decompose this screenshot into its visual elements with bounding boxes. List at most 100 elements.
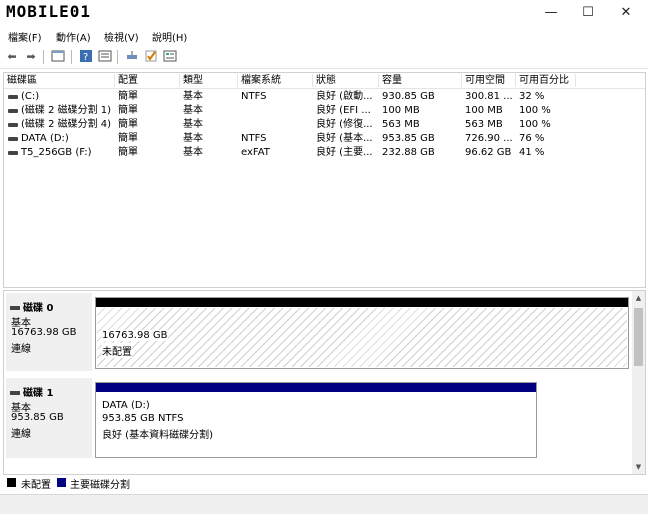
volume-filesystem: NTFS <box>241 133 267 144</box>
volume-free-space: 96.62 GB <box>465 147 512 158</box>
volume-percent-free: 100 % <box>519 119 551 130</box>
table-row[interactable]: (磁碟 2 磁碟分割 1) 簡單 基本 良好 (EFI ... 100 MB 1… <box>4 104 645 118</box>
list-view-icon[interactable] <box>97 49 113 65</box>
volume-filesystem: exFAT <box>241 147 270 158</box>
volume-capacity: 953.85 GB <box>382 133 435 144</box>
status-bar <box>0 494 648 514</box>
scroll-up-icon[interactable]: ▲ <box>632 291 645 305</box>
column-header-type[interactable]: 類型 <box>180 74 238 87</box>
disk-view: 磁碟 0 基本 16763.98 GB 連線 16763.98 GB 未配置 磁… <box>3 290 646 475</box>
table-row[interactable]: (C:) 簡單 基本 NTFS 良好 (啟動... 930.85 GB 300.… <box>4 90 645 104</box>
volume-capacity: 563 MB <box>382 119 420 130</box>
volume-name: (磁碟 2 磁碟分割 4) <box>21 119 112 130</box>
toolbar-separator <box>117 50 118 64</box>
properties-view-icon[interactable] <box>50 49 66 65</box>
legend-primary: 主要磁碟分割 <box>70 480 130 491</box>
volume-free-space: 300.81 ... <box>465 91 513 102</box>
volume-name: (磁碟 2 磁碟分割 1) <box>21 105 112 116</box>
toolbar: ⬅ ➡ ? <box>0 46 648 69</box>
app-logo: MOBILE01 <box>6 2 92 21</box>
volume-free-space: 563 MB <box>465 119 503 130</box>
volume-status: 良好 (修復... <box>316 119 373 130</box>
disk-1-size: 953.85 GB <box>11 412 64 423</box>
volume-icon <box>8 137 18 141</box>
menu-view[interactable]: 檢視(V) <box>104 29 139 44</box>
title-bar: MOBILE01 — ☐ ✕ <box>0 0 648 26</box>
volume-icon <box>8 151 18 155</box>
menu-file[interactable]: 檔案(F) <box>8 29 42 44</box>
menu-action[interactable]: 動作(A) <box>56 29 91 44</box>
settings-list-icon[interactable] <box>162 49 178 65</box>
disk-0-name: 磁碟 0 <box>10 299 53 314</box>
disk-0-state: 連線 <box>11 344 31 355</box>
help-icon[interactable]: ? <box>78 49 94 65</box>
volume-list: 磁碟區 配置 類型 檔案系統 狀態 容量 可用空間 可用百分比 (C:) 簡單 … <box>3 72 646 288</box>
scroll-down-icon[interactable]: ▼ <box>632 460 645 474</box>
menu-bar: 檔案(F) 動作(A) 檢視(V) 說明(H) <box>0 27 648 45</box>
table-row[interactable]: (磁碟 2 磁碟分割 4) 簡單 基本 良好 (修復... 563 MB 563… <box>4 118 645 132</box>
volume-name: (C:) <box>21 91 40 102</box>
volume-type: 基本 <box>183 91 203 102</box>
volume-layout: 簡單 <box>118 133 138 144</box>
disk-1-label[interactable]: 磁碟 1 基本 953.85 GB 連線 <box>6 378 92 458</box>
disk-icon <box>10 391 20 395</box>
volume-layout: 簡單 <box>118 147 138 158</box>
legend: 未配置 主要磁碟分割 <box>0 475 648 491</box>
volume-percent-free: 32 % <box>519 91 545 102</box>
volume-capacity: 232.88 GB <box>382 147 435 158</box>
volume-capacity: 930.85 GB <box>382 91 435 102</box>
volume-status: 良好 (基本... <box>316 133 373 144</box>
column-header-layout[interactable]: 配置 <box>115 74 180 87</box>
toolbar-separator <box>43 50 44 64</box>
volume-list-header: 磁碟區 配置 類型 檔案系統 狀態 容量 可用空間 可用百分比 <box>4 73 645 89</box>
column-header-percent-free[interactable]: 可用百分比 <box>516 74 576 87</box>
volume-name: DATA (D:) <box>21 133 69 144</box>
volume-layout: 簡單 <box>118 119 138 130</box>
volume-status: 良好 (主要... <box>316 147 373 158</box>
unallocated-bar <box>96 298 628 307</box>
unallocated-body: 16763.98 GB 未配置 <box>97 308 627 367</box>
partition-status: 良好 (基本資料磁碟分割) <box>102 430 213 441</box>
column-header-capacity[interactable]: 容量 <box>379 74 462 87</box>
unallocated-size: 16763.98 GB <box>102 330 168 341</box>
column-header-status[interactable]: 狀態 <box>313 74 379 87</box>
volume-filesystem: NTFS <box>241 91 267 102</box>
volume-percent-free: 100 % <box>519 105 551 116</box>
scrollbar-thumb[interactable] <box>634 308 643 366</box>
volume-type: 基本 <box>183 119 203 130</box>
volume-percent-free: 41 % <box>519 147 545 158</box>
table-row[interactable]: T5_256GB (F:) 簡單 基本 exFAT 良好 (主要... 232.… <box>4 146 645 160</box>
volume-type: 基本 <box>183 133 203 144</box>
svg-text:?: ? <box>83 52 88 63</box>
volume-icon <box>8 123 18 127</box>
data-partition[interactable]: DATA (D:) 953.85 GB NTFS 良好 (基本資料磁碟分割) <box>95 382 537 458</box>
column-header-free-space[interactable]: 可用空間 <box>462 74 516 87</box>
connect-icon[interactable] <box>124 49 140 65</box>
back-arrow-icon[interactable]: ⬅ <box>4 49 20 65</box>
menu-help[interactable]: 說明(H) <box>152 29 187 44</box>
volume-layout: 簡單 <box>118 105 138 116</box>
volume-free-space: 726.90 ... <box>465 133 513 144</box>
close-button[interactable]: ✕ <box>612 4 640 22</box>
data-partition-body: DATA (D:) 953.85 GB NTFS 良好 (基本資料磁碟分割) <box>97 393 535 456</box>
volume-type: 基本 <box>183 105 203 116</box>
unallocated-status: 未配置 <box>102 343 132 358</box>
column-header-volume[interactable]: 磁碟區 <box>4 74 115 87</box>
primary-partition-bar <box>96 383 536 392</box>
maximize-button[interactable]: ☐ <box>574 4 602 22</box>
unallocated-swatch <box>7 478 16 487</box>
forward-arrow-icon[interactable]: ➡ <box>23 49 39 65</box>
column-header-filesystem[interactable]: 檔案系統 <box>238 74 313 87</box>
partition-label: DATA (D:) <box>102 400 150 411</box>
minimize-button[interactable]: — <box>537 4 565 22</box>
legend-unallocated: 未配置 <box>21 480 51 491</box>
vertical-scrollbar[interactable]: ▲ ▼ <box>632 291 645 474</box>
unallocated-partition[interactable]: 16763.98 GB 未配置 <box>95 297 629 369</box>
check-icon[interactable] <box>143 49 159 65</box>
volume-icon <box>8 95 18 99</box>
volume-layout: 簡單 <box>118 91 138 102</box>
volume-percent-free: 76 % <box>519 133 545 144</box>
table-row[interactable]: DATA (D:) 簡單 基本 NTFS 良好 (基本... 953.85 GB… <box>4 132 645 146</box>
volume-name: T5_256GB (F:) <box>21 147 92 158</box>
disk-0-label[interactable]: 磁碟 0 基本 16763.98 GB 連線 <box>6 293 92 371</box>
